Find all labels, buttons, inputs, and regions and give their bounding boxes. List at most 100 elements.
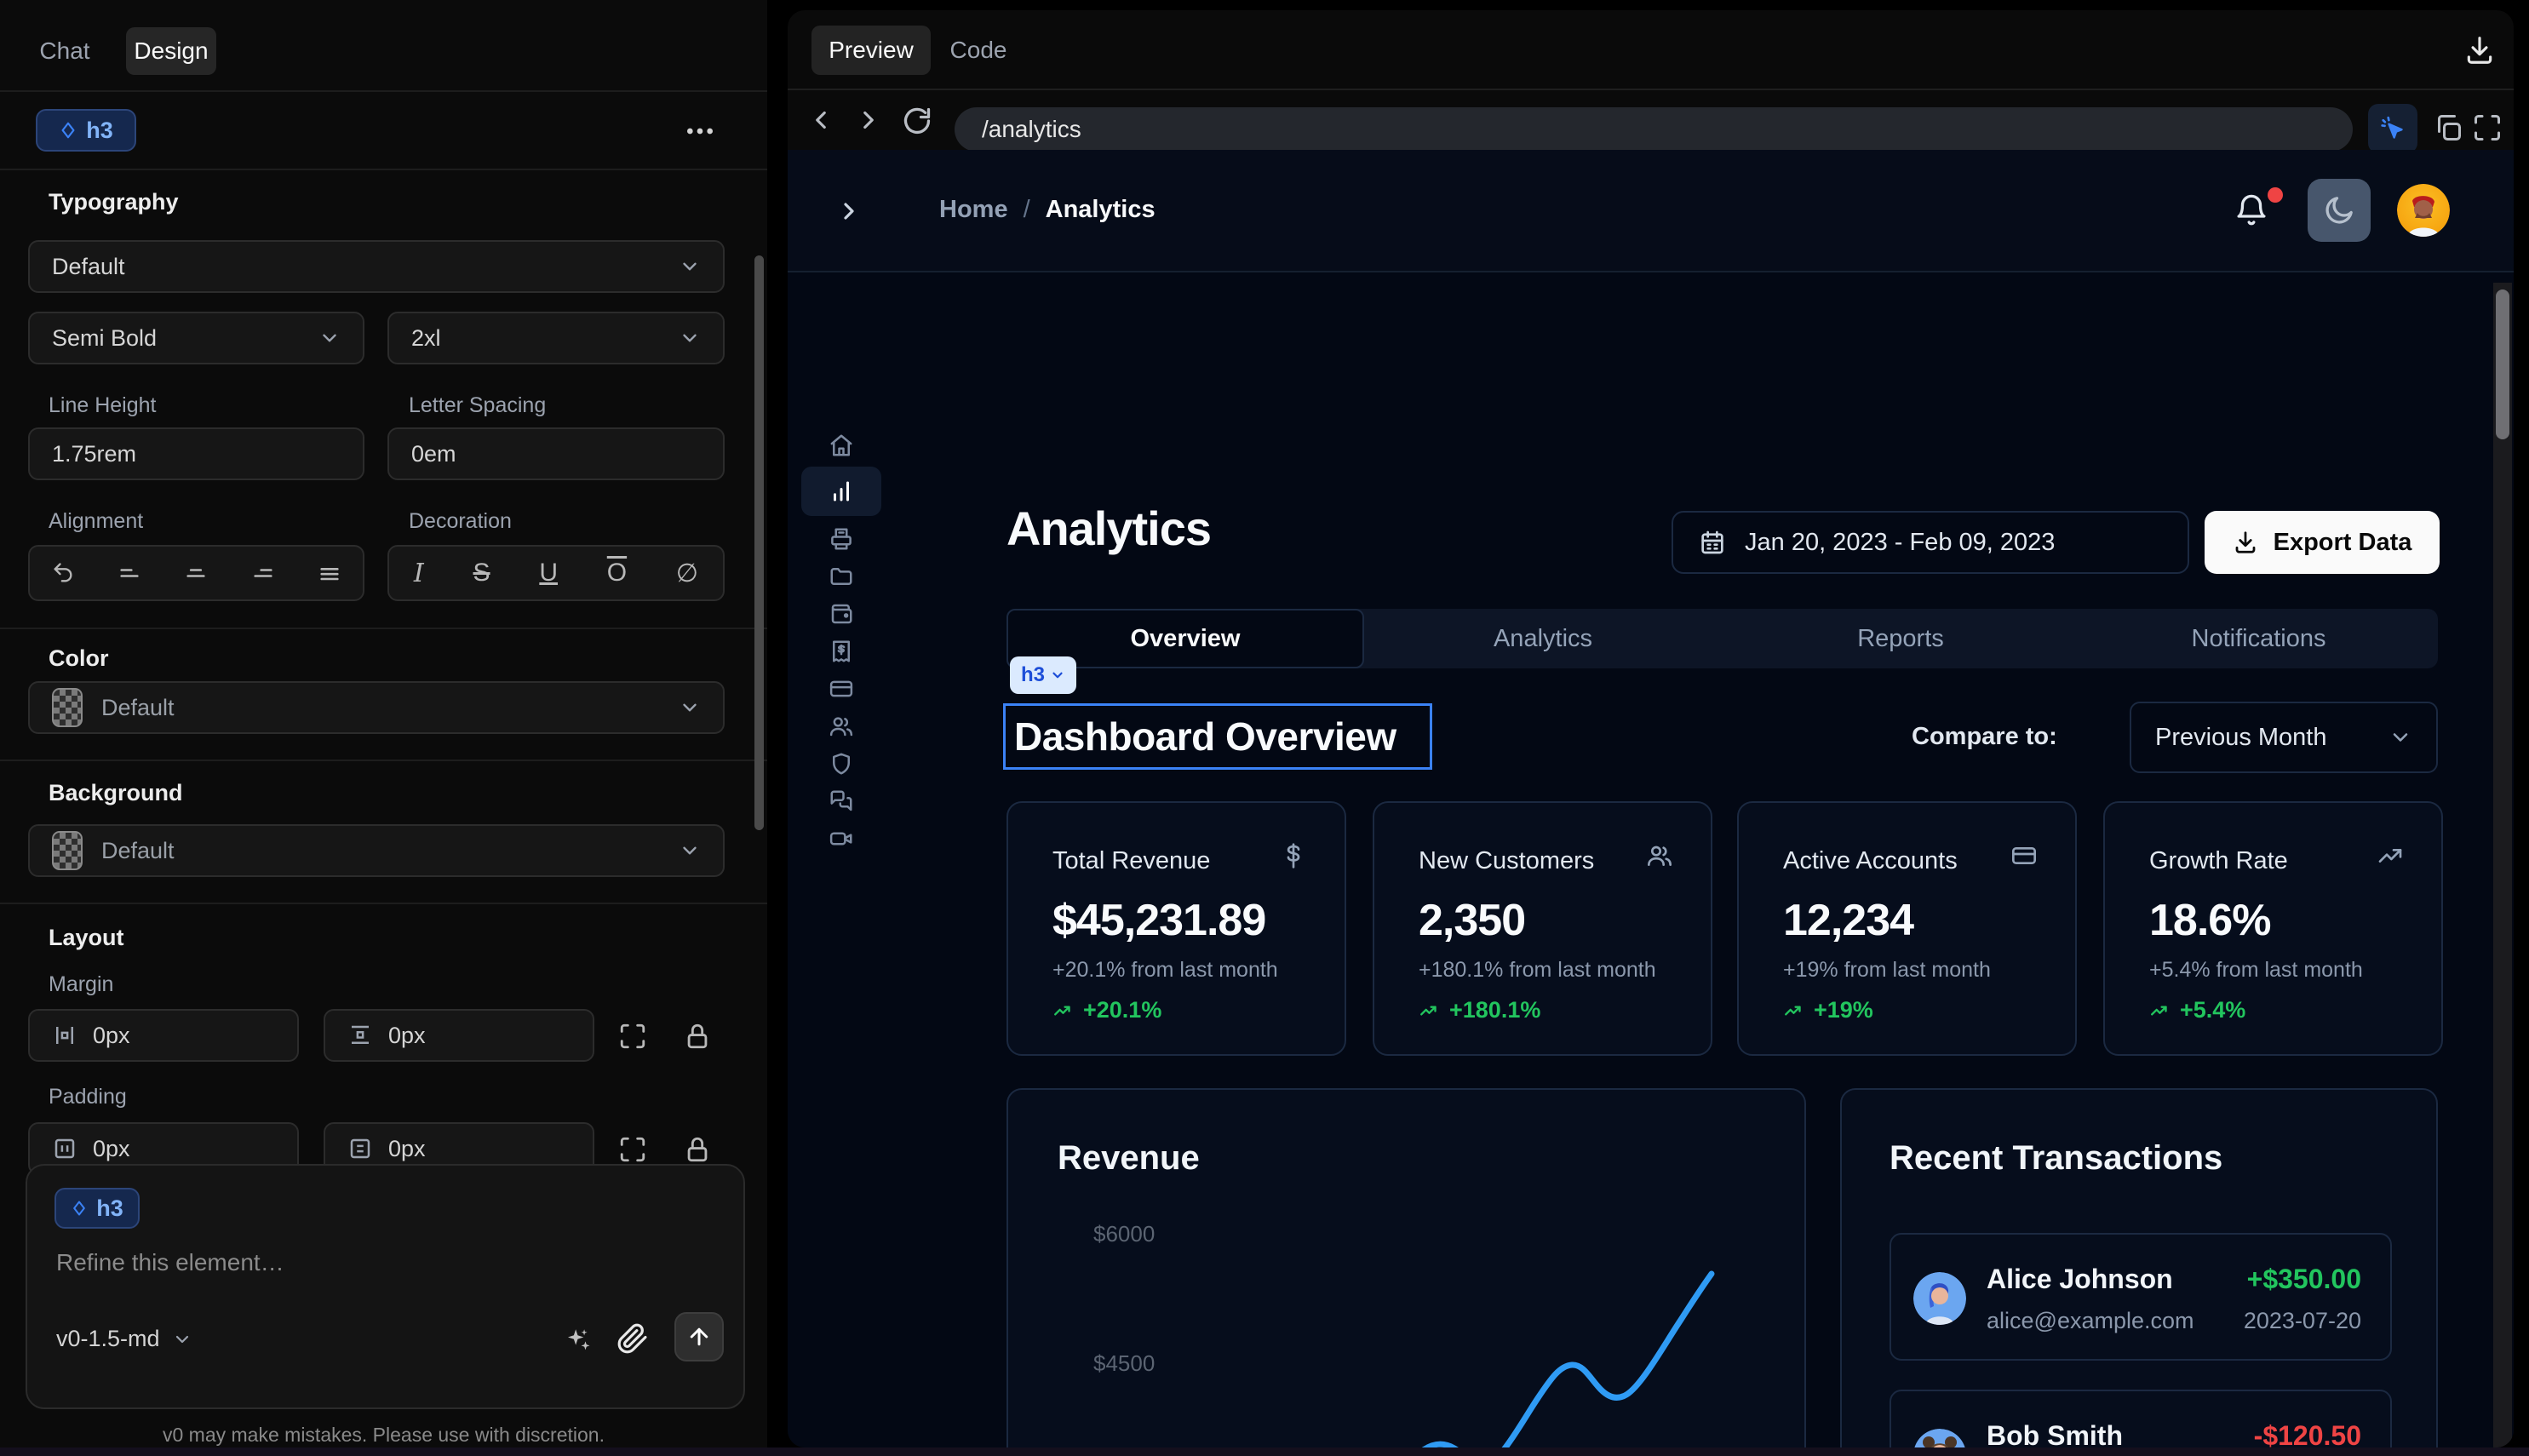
overline-icon[interactable]: O [607, 559, 627, 588]
left-panel-scrollbar[interactable] [754, 255, 764, 830]
font-select[interactable]: Default [28, 240, 725, 293]
tab-analytics[interactable]: Analytics [1364, 609, 1722, 668]
transaction-row[interactable]: Alice Johnson alice@example.com +$350.00… [1890, 1233, 2392, 1361]
forward-icon[interactable] [854, 106, 883, 135]
tx-name: Bob Smith [1987, 1420, 2123, 1447]
tab-chat-label: Chat [39, 37, 89, 65]
chevron-down-icon [679, 840, 701, 862]
fullscreen-icon[interactable] [2472, 112, 2503, 143]
trend-arrow-icon [1052, 1000, 1075, 1022]
cursor-select-button[interactable] [2368, 104, 2417, 153]
stat-title: New Customers [1419, 847, 1594, 875]
line-height-label: Line Height [49, 393, 156, 418]
refine-input[interactable]: Refine this element… [56, 1249, 284, 1276]
tx-email: alice@example.com [1987, 1308, 2194, 1334]
italic-icon[interactable]: I [414, 559, 424, 588]
preview-scrollbar-thumb[interactable] [2496, 289, 2509, 439]
calendar-icon [1699, 529, 1726, 556]
credit-card-icon [2010, 842, 2038, 869]
align-center-icon[interactable] [184, 561, 208, 585]
refresh-icon[interactable] [902, 106, 932, 136]
tab-design[interactable]: Design [126, 27, 216, 75]
submit-button[interactable] [674, 1312, 724, 1361]
margin-y-icon [347, 1023, 373, 1048]
background-select[interactable]: Default [28, 824, 725, 877]
stat-card-total-revenue[interactable]: Total Revenue $45,231.89 +20.1% from las… [1006, 801, 1346, 1056]
export-data-button[interactable]: Export Data [2205, 511, 2440, 574]
trend-arrow-icon [1419, 1000, 1441, 1022]
margin-lock-icon[interactable] [683, 1022, 712, 1051]
tab-overview-label: Overview [1131, 625, 1241, 653]
sidebar-item-analytics[interactable] [801, 467, 881, 516]
align-justify-icon[interactable] [318, 561, 341, 585]
margin-y-input[interactable]: 0px [324, 1009, 594, 1062]
breadcrumb-home[interactable]: Home [939, 196, 1008, 224]
date-range-button[interactable]: Jan 20, 2023 - Feb 09, 2023 [1672, 511, 2189, 574]
line-height-input[interactable]: 1.75rem [28, 427, 364, 480]
stat-card-active-accounts[interactable]: Active Accounts 12,234 +19% from last mo… [1737, 801, 2077, 1056]
selected-heading-outline[interactable]: Dashboard Overview [1003, 703, 1432, 770]
url-bar[interactable]: /analytics [955, 107, 2353, 152]
padding-lock-icon[interactable] [683, 1135, 712, 1164]
preview-scrollbar[interactable] [2493, 283, 2512, 1447]
compare-select[interactable]: Previous Month [2130, 702, 2438, 773]
align-left-icon[interactable] [118, 561, 141, 585]
strikethrough-icon[interactable]: S [473, 559, 490, 588]
typography-section-title: Typography [49, 189, 179, 215]
tab-notifications[interactable]: Notifications [2079, 609, 2438, 668]
align-right-icon[interactable] [251, 561, 275, 585]
model-select[interactable]: v0-1.5-md [56, 1326, 192, 1352]
underline-icon[interactable]: U [539, 559, 558, 588]
tab-code[interactable]: Code [938, 26, 1019, 75]
element-tag-badge[interactable]: h3 [1010, 656, 1076, 694]
margin-x-input[interactable]: 0px [28, 1009, 299, 1062]
section-title: Dashboard Overview [1014, 714, 1396, 760]
back-icon[interactable] [806, 106, 835, 135]
stat-card-growth-rate[interactable]: Growth Rate 18.6% +5.4% from last month … [2103, 801, 2443, 1056]
tab-analytics-label: Analytics [1494, 625, 1592, 653]
breadcrumb-separator: / [1024, 196, 1030, 224]
stat-value: 12,234 [1783, 895, 1913, 946]
composer-element-chip[interactable]: h3 [54, 1188, 140, 1229]
undo-icon[interactable] [51, 561, 75, 585]
color-value: Default [101, 695, 175, 721]
alignment-label: Alignment [49, 509, 143, 534]
padding-expand-icon[interactable] [618, 1135, 647, 1164]
tab-preview[interactable]: Preview [811, 26, 931, 75]
letter-spacing-input[interactable]: 0em [387, 427, 725, 480]
copy-icon[interactable] [2433, 112, 2463, 143]
sidebar-item-home[interactable] [801, 421, 881, 470]
user-avatar[interactable] [2397, 184, 2450, 237]
font-size-value: 2xl [411, 325, 441, 352]
stat-change: +20.1% from last month [1052, 958, 1278, 983]
download-icon[interactable] [2463, 34, 2496, 66]
chevron-down-icon [1050, 668, 1065, 683]
attachment-icon[interactable] [616, 1322, 649, 1355]
font-size-select[interactable]: 2xl [387, 312, 725, 364]
compare-label: Compare to: [1912, 723, 2057, 751]
sparkles-icon[interactable] [564, 1326, 593, 1355]
sidebar-toggle-icon[interactable] [835, 198, 863, 225]
stat-trend-value: +5.4% [2180, 997, 2245, 1023]
element-menu-button[interactable] [683, 114, 717, 148]
download-icon [2233, 530, 2258, 555]
theme-toggle-button[interactable] [2308, 179, 2371, 242]
tab-preview-label: Preview [829, 37, 914, 64]
bell-icon[interactable] [2234, 192, 2269, 228]
alignment-group [28, 545, 364, 601]
font-weight-select[interactable]: Semi Bold [28, 312, 364, 364]
margin-x-value: 0px [93, 1023, 130, 1049]
moon-icon [2322, 193, 2356, 227]
dashboard-viewport: Home / Analytics [788, 150, 2514, 1447]
date-range-value: Jan 20, 2023 - Feb 09, 2023 [1745, 529, 2055, 557]
tab-reports[interactable]: Reports [1722, 609, 2079, 668]
sidebar-item-video[interactable] [801, 814, 881, 863]
color-select[interactable]: Default [28, 681, 725, 734]
tab-chat[interactable]: Chat [24, 27, 106, 75]
no-decoration-icon[interactable]: ∅ [676, 559, 698, 588]
transaction-row[interactable]: Bob Smith bob@example.com -$120.50 2023-… [1890, 1390, 2392, 1447]
margin-expand-icon[interactable] [618, 1022, 647, 1051]
stat-card-new-customers[interactable]: New Customers 2,350 +180.1% from last mo… [1373, 801, 1712, 1056]
selected-element-chip[interactable]: h3 [36, 109, 136, 152]
padding-label: Padding [49, 1085, 127, 1109]
